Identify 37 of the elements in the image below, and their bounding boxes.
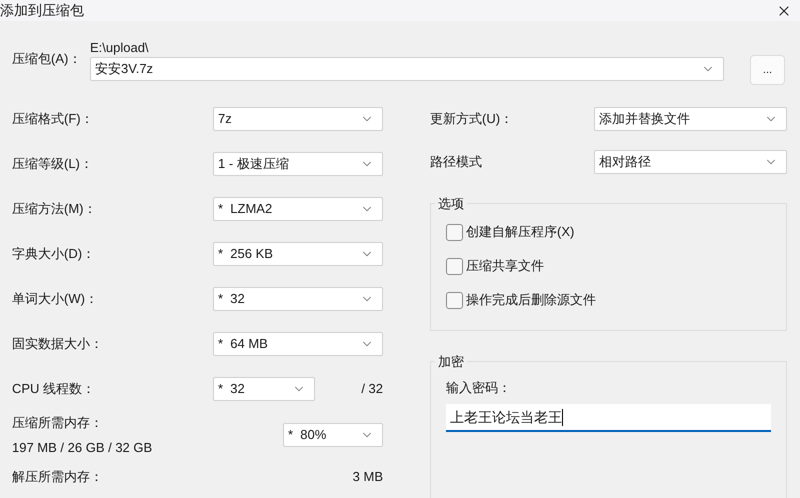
- dropdown[interactable]: * LZMA2: [213, 197, 383, 221]
- memory-usage: 197 MB / 26 GB / 32 GB: [12, 439, 152, 457]
- field-label: 字典大小(D)：: [12, 245, 96, 264]
- checkbox-option[interactable]: 创建自解压程序(X): [446, 222, 574, 242]
- dropdown[interactable]: * 256 KB: [213, 242, 383, 266]
- memory-value: 3 MB: [352, 468, 383, 486]
- dropdown[interactable]: 相对路径: [594, 150, 787, 174]
- checkbox-option[interactable]: 压缩共享文件: [446, 256, 544, 276]
- checkbox-option[interactable]: 操作完成后删除源文件: [446, 290, 596, 310]
- field-label: 压缩方法(M)：: [12, 200, 96, 218]
- checkbox[interactable]: [446, 258, 463, 274]
- archive-path: E:\upload\: [90, 39, 150, 57]
- checkbox[interactable]: [446, 292, 463, 308]
- dropdown[interactable]: 安安3V.7z: [90, 57, 724, 81]
- dropdown[interactable]: 7z: [213, 107, 383, 131]
- field-label: 解压所需内存：: [12, 468, 103, 486]
- field-label: 压缩包(A)：: [12, 50, 82, 68]
- field-label: 输入密码：: [446, 379, 512, 397]
- window-title: 添加到压缩包: [0, 1, 84, 20]
- field-label: 路径模式: [430, 153, 482, 172]
- field-label: 更新方式(U)：: [430, 110, 514, 128]
- dropdown[interactable]: * 32: [213, 287, 383, 311]
- field-label: 压缩所需内存：: [12, 414, 104, 432]
- dropdown[interactable]: 1 - 极速压缩: [213, 152, 383, 176]
- dropdown[interactable]: 添加并替换文件: [594, 107, 787, 131]
- field-label: 压缩格式(F)：: [12, 110, 94, 128]
- thread-total: / 32: [361, 380, 383, 398]
- field-label: CPU 线程数：: [12, 380, 96, 398]
- field-label: 固实数据大小：: [12, 335, 103, 354]
- dropdown[interactable]: * 32: [213, 377, 315, 401]
- field-label: 压缩等级(L)：: [12, 155, 93, 174]
- dropdown[interactable]: * 80%: [283, 423, 383, 447]
- checkbox[interactable]: [446, 224, 463, 240]
- browse-button[interactable]: ...: [750, 55, 785, 85]
- dropdown[interactable]: * 64 MB: [213, 332, 383, 356]
- field-label: 单词大小(W)：: [12, 290, 98, 308]
- password-field[interactable]: 上老王论坛当老王: [446, 404, 771, 432]
